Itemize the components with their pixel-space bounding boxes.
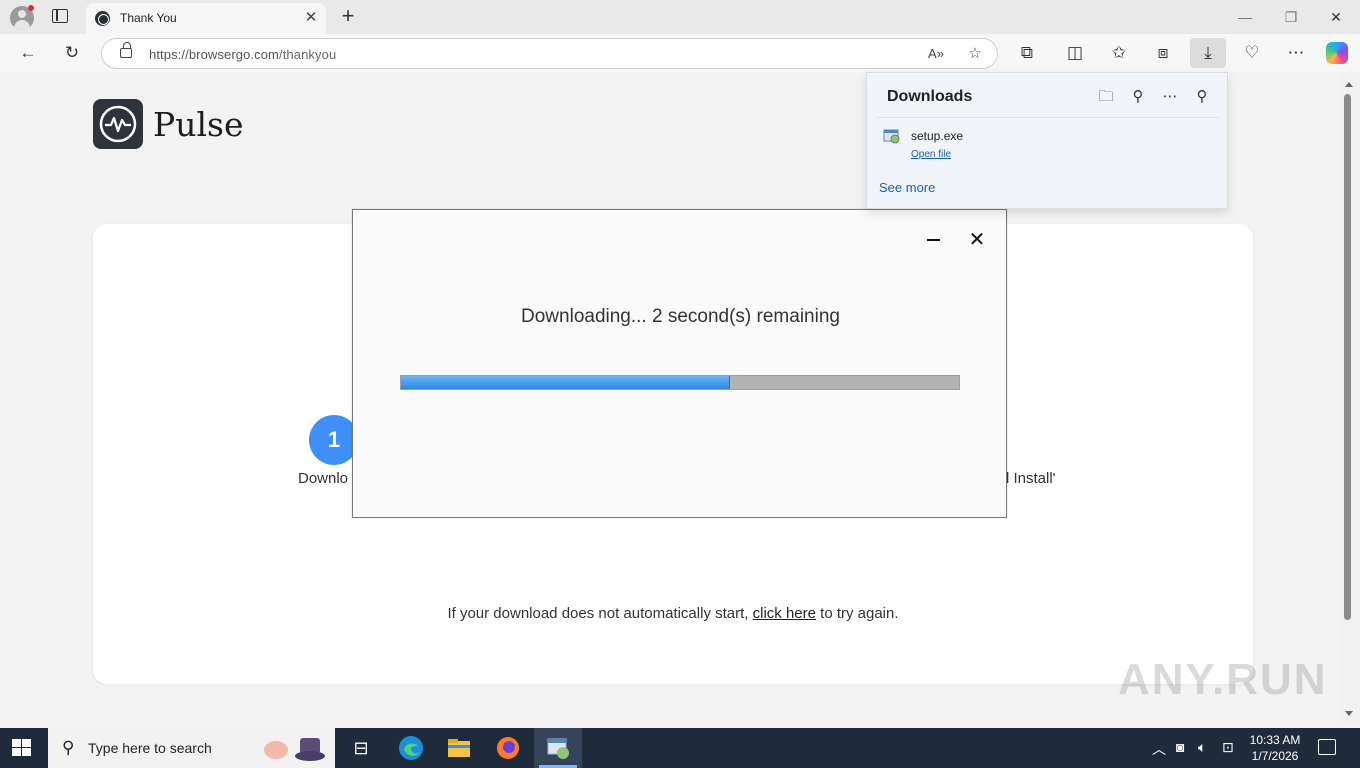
download-progress-dialog: ✕ Downloading... 2 second(s) remaining <box>352 209 1007 518</box>
show-hidden-icons-chevron-icon[interactable]: ︿ <box>1152 739 1166 759</box>
dialog-close-button[interactable]: ✕ <box>965 228 989 252</box>
task-view-icon[interactable]: ⊟ <box>346 733 376 763</box>
extensions-icon[interactable]: ⧉ <box>1015 41 1039 65</box>
clock-time: 10:33 AM <box>1249 733 1301 747</box>
pulse-logo-icon <box>93 99 143 149</box>
see-more-link[interactable]: See more <box>879 180 935 195</box>
url-host: https://browsergo.com <box>149 47 279 62</box>
open-downloads-folder-icon[interactable]: 🗀 <box>1095 86 1117 108</box>
scroll-thumb[interactable] <box>1344 94 1351 620</box>
pin-downloads-icon[interactable]: ⚲ <box>1191 86 1213 108</box>
anyrun-watermark: ANY.RUN <box>1118 655 1328 704</box>
search-placeholder: Type here to search <box>88 740 212 756</box>
back-arrow-icon[interactable]: ← <box>16 41 40 65</box>
search-icon: ⚲ <box>62 738 75 757</box>
search-downloads-icon[interactable]: ⚲ <box>1127 86 1149 108</box>
dialog-minimize-button[interactable] <box>922 228 946 252</box>
file-explorer-icon[interactable] <box>444 733 474 763</box>
volume-icon[interactable]: 🔈︎ <box>1198 739 1206 756</box>
downloads-icon[interactable]: ⤓ <box>1190 38 1226 68</box>
windows-start-icon[interactable] <box>12 739 32 757</box>
tab-actions-icon[interactable] <box>52 9 68 23</box>
tab-bar: Thank You ✕ + — ❐ ✕ <box>0 0 1360 34</box>
collections-icon[interactable]: ⧈ <box>1151 41 1175 65</box>
refresh-icon[interactable]: ↻ <box>60 41 84 65</box>
window-close-button[interactable]: ✕ <box>1321 5 1351 29</box>
exe-file-icon <box>883 129 900 144</box>
download-status-message: Downloading... 2 second(s) remaining <box>521 306 840 327</box>
download-file-name[interactable]: setup.exe <box>911 129 963 143</box>
copilot-icon[interactable] <box>1326 42 1348 64</box>
step-1-label: Downlo <box>298 470 349 487</box>
download-progress-fill <box>401 376 731 389</box>
new-tab-button[interactable]: + <box>336 4 360 28</box>
scroll-down-arrow-icon[interactable] <box>1345 711 1353 716</box>
retry-link[interactable]: click here <box>753 605 816 622</box>
retry-prefix: If your download does not automatically … <box>447 605 753 622</box>
notification-center-icon[interactable] <box>1318 739 1336 755</box>
open-file-link[interactable]: Open file <box>911 149 951 160</box>
taskbar-search-box[interactable]: ⚲ Type here to search <box>48 728 335 768</box>
lock-icon[interactable] <box>120 42 132 58</box>
brand-name: Pulse <box>153 105 244 144</box>
favorites-icon[interactable]: ✩ <box>1107 41 1131 65</box>
windows-taskbar: ⚲ Type here to search ⊟ ︿ ◙ 🔈︎ ⊡ 10:33 A… <box>0 728 1360 768</box>
retry-message: If your download does not automatically … <box>93 605 1253 622</box>
window-restore-button[interactable]: ❐ <box>1276 5 1306 29</box>
tab-title: Thank You <box>120 11 177 25</box>
downloads-divider <box>877 117 1219 118</box>
network-icon[interactable]: ⊡ <box>1222 739 1234 756</box>
browser-essentials-icon[interactable]: ♡ <box>1240 41 1264 65</box>
url-text[interactable]: https://browsergo.com/thankyou <box>149 47 336 62</box>
tab-close-icon[interactable]: ✕ <box>302 9 320 27</box>
navigation-bar: ← ↻ https://browsergo.com/thankyou A» ☆ … <box>0 34 1360 72</box>
downloads-panel: Downloads 🗀 ⚲ ⋯ ⚲ setup.exe Open file Se… <box>866 72 1228 209</box>
search-highlight-illustration-icon <box>264 738 325 761</box>
download-progress-bar <box>400 375 960 390</box>
system-clock[interactable]: 10:33 AM 1/7/2026 <box>1244 732 1306 764</box>
clock-date: 1/7/2026 <box>1251 749 1299 763</box>
favorite-star-icon[interactable]: ☆ <box>964 43 986 65</box>
scroll-up-arrow-icon[interactable] <box>1345 82 1353 87</box>
step-3-label: l Install' <box>1006 470 1056 487</box>
meet-now-icon[interactable]: ◙ <box>1176 739 1184 755</box>
setup-exe-taskbar-icon[interactable] <box>543 733 573 763</box>
pulse-favicon-icon <box>95 11 110 26</box>
downloads-title: Downloads <box>887 88 973 105</box>
profile-notification-dot <box>28 5 34 11</box>
address-bar[interactable]: https://browsergo.com/thankyou A» ☆ <box>101 38 998 69</box>
read-aloud-icon[interactable]: A» <box>925 43 947 65</box>
downloads-more-options-icon[interactable]: ⋯ <box>1159 86 1181 108</box>
settings-more-icon[interactable]: ⋯ <box>1284 41 1308 65</box>
firefox-icon[interactable] <box>493 733 523 763</box>
vertical-scrollbar[interactable] <box>1340 72 1360 724</box>
split-screen-icon[interactable]: ◫ <box>1063 41 1087 65</box>
url-path: /thankyou <box>279 47 337 62</box>
window-minimize-button[interactable]: — <box>1230 5 1260 29</box>
tab-thank-you[interactable]: Thank You ✕ <box>86 3 326 34</box>
edge-browser-icon[interactable] <box>396 733 426 763</box>
retry-suffix: to try again. <box>815 605 899 622</box>
